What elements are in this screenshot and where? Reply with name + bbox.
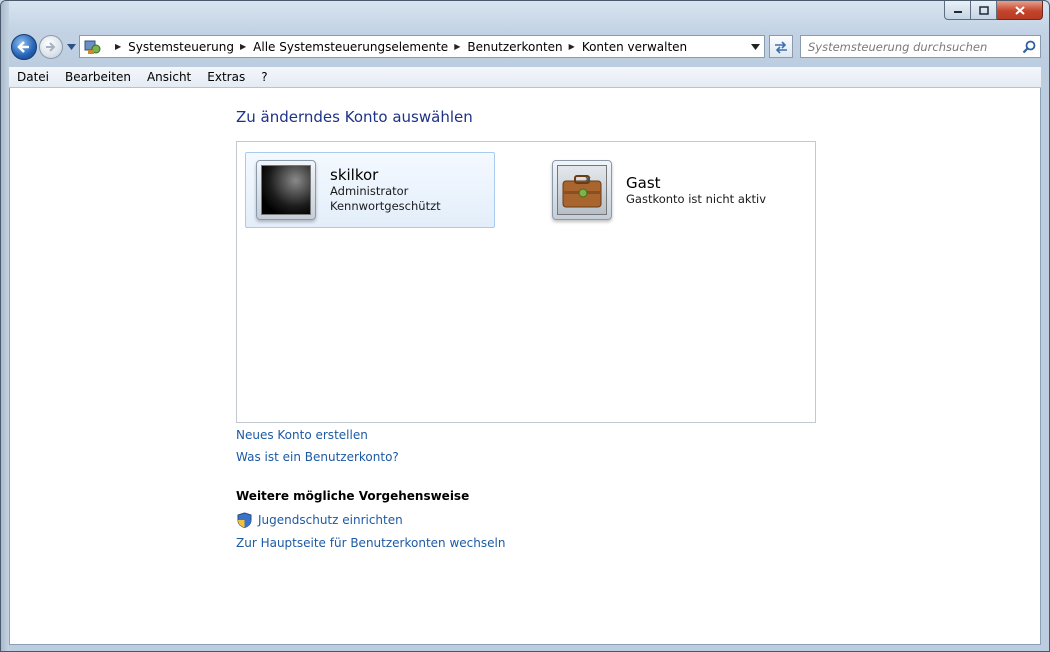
user-accounts-home-link[interactable]: Zur Hauptseite für Benutzerkonten wechse… xyxy=(236,536,505,550)
create-account-link[interactable]: Neues Konto erstellen xyxy=(236,428,368,442)
account-name: skilkor xyxy=(330,166,379,184)
uac-shield-icon xyxy=(236,512,252,528)
minimize-button[interactable] xyxy=(944,1,971,20)
refresh-icon xyxy=(775,40,787,54)
page-title: Zu änderndes Konto auswählen xyxy=(236,108,473,126)
content-area: Zu änderndes Konto auswählen skilkor Adm… xyxy=(9,88,1041,645)
chevron-down-icon xyxy=(66,44,76,50)
breadcrumb-konten-verwalten[interactable]: Konten verwalten xyxy=(582,40,687,54)
arrow-right-icon xyxy=(46,42,56,52)
menu-help[interactable]: ? xyxy=(253,67,275,87)
crumb-separator[interactable]: ▶ xyxy=(109,42,128,51)
close-button[interactable] xyxy=(997,1,1043,20)
account-type: Administrator xyxy=(330,184,409,198)
search-icon[interactable] xyxy=(1018,36,1040,57)
forward-button[interactable] xyxy=(39,35,63,59)
address-history-dropdown[interactable] xyxy=(746,36,764,57)
menu-bearbeiten[interactable]: Bearbeiten xyxy=(57,67,139,87)
recent-pages-dropdown[interactable] xyxy=(66,42,76,52)
accounts-list: skilkor Administrator Kennwortgeschützt xyxy=(236,141,816,423)
search-box[interactable] xyxy=(800,35,1041,58)
caption-buttons xyxy=(944,1,1043,20)
refresh-button[interactable] xyxy=(769,35,793,58)
menu-ansicht[interactable]: Ansicht xyxy=(139,67,199,87)
breadcrumb-systemsteuerung[interactable]: Systemsteuerung ▶ xyxy=(128,40,253,54)
arrow-left-icon xyxy=(17,41,29,53)
search-input[interactable] xyxy=(801,39,1018,54)
maximize-button[interactable] xyxy=(971,1,997,20)
breadcrumb-benutzerkonten[interactable]: Benutzerkonten ▶ xyxy=(467,40,581,54)
account-tile-skilkor[interactable]: skilkor Administrator Kennwortgeschützt xyxy=(245,152,495,228)
close-icon xyxy=(1014,5,1025,15)
address-bar[interactable]: ▶ Systemsteuerung ▶ Alle Systemsteuerungs… xyxy=(79,35,765,58)
parental-controls-task[interactable]: Jugendschutz einrichten xyxy=(236,512,403,528)
what-is-account-link[interactable]: Was ist ein Benutzerkonto? xyxy=(236,450,399,464)
menu-extras[interactable]: Extras xyxy=(199,67,253,87)
back-button[interactable] xyxy=(11,34,37,60)
parental-controls-link[interactable]: Jugendschutz einrichten xyxy=(258,513,403,527)
guest-suitcase-icon xyxy=(552,160,612,220)
breadcrumb-alle-elemente[interactable]: Alle Systemsteuerungselemente ▶ xyxy=(253,40,467,54)
more-actions-title: Weitere mögliche Vorgehensweise xyxy=(236,489,470,503)
window-left-edge[interactable] xyxy=(1,1,9,651)
minimize-icon xyxy=(953,11,962,13)
account-tile-gast[interactable]: Gast Gastkonto ist nicht aktiv xyxy=(542,152,792,228)
menu-datei[interactable]: Datei xyxy=(9,67,57,87)
explorer-window: ▶ Systemsteuerung ▶ Alle Systemsteuerungs… xyxy=(0,0,1050,652)
menu-bar: Datei Bearbeiten Ansicht Extras ? xyxy=(9,67,1041,88)
navigation-bar: ▶ Systemsteuerung ▶ Alle Systemsteuerungs… xyxy=(9,32,1041,62)
chevron-down-icon xyxy=(750,43,760,50)
account-password-status: Kennwortgeschützt xyxy=(330,199,441,213)
user-accounts-home-task[interactable]: Zur Hauptseite für Benutzerkonten wechse… xyxy=(236,536,505,550)
account-status: Gastkonto ist nicht aktiv xyxy=(626,191,767,206)
restore-icon xyxy=(978,5,989,15)
account-name: Gast xyxy=(626,173,661,192)
control-panel-icon xyxy=(83,37,103,57)
dark-user-picture-icon xyxy=(256,160,316,220)
